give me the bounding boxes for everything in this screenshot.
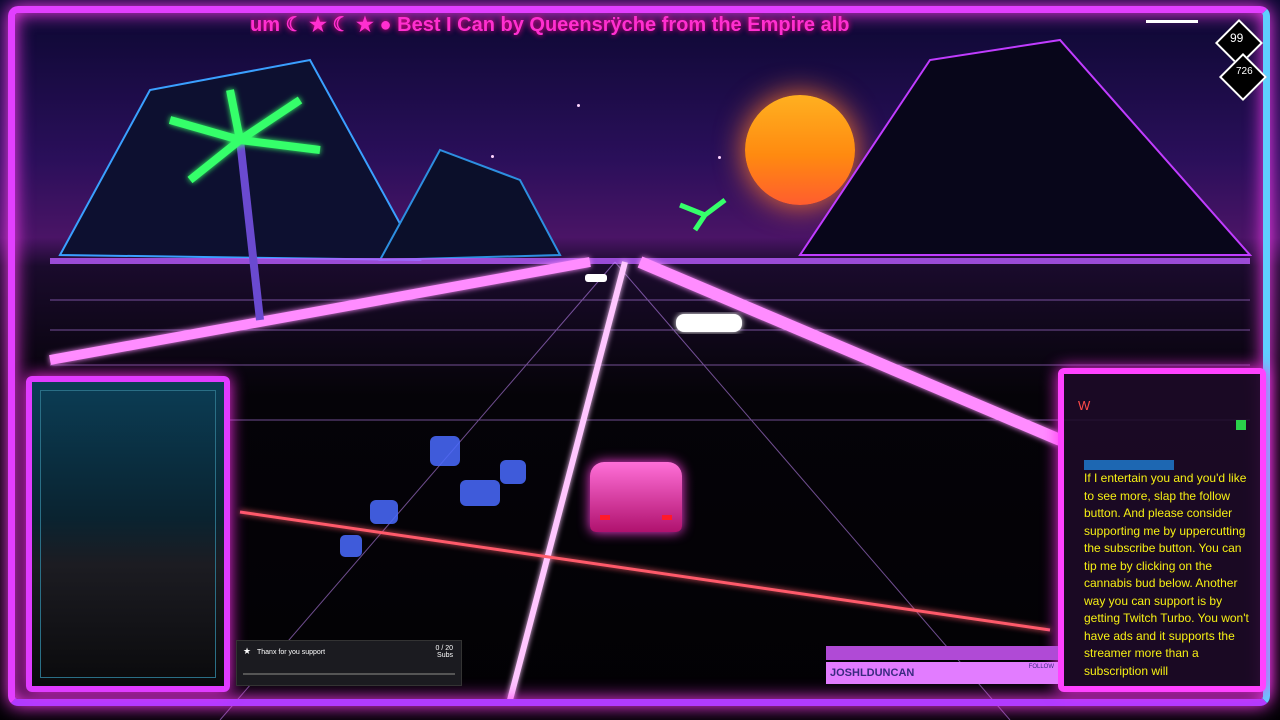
ticker-text: um ☾ ★ ☾ ★ ● Best I Can by Queensrÿche f… (250, 14, 850, 36)
star-icon: ★ (243, 647, 252, 657)
sub-goal-widget: ★ Thanx for you support 0 / 20 Subs (236, 640, 462, 686)
chat-username (1084, 460, 1174, 470)
webcam-feed (40, 390, 216, 678)
chat-message: If I entertain you and you'd like to see… (1084, 471, 1249, 678)
chat-header-letter: W (1078, 398, 1091, 413)
now-playing-ticker: um ☾ ★ ☾ ★ ● Best I Can by Queensrÿche f… (250, 12, 1110, 44)
hud-value-bottom: 726 (1236, 66, 1253, 77)
sub-goal-unit: Subs (437, 652, 453, 659)
hud-bar (1146, 20, 1198, 23)
hud-value-top: 99 (1230, 31, 1244, 45)
follow-button[interactable]: FOLLOW (1029, 664, 1054, 670)
sub-goal-count: 0 / 20 Subs (435, 645, 453, 659)
webcam-panel (26, 376, 230, 692)
sub-goal-progress-bar (243, 673, 455, 675)
chat-panel: W If I entertain you and you'd like to s… (1058, 368, 1266, 692)
latest-follower-widget: JOSHLDUNCAN FOLLOW (826, 646, 1058, 686)
sub-goal-count-value: 0 / 20 (435, 645, 453, 652)
sub-goal-label: Thanx for you support (257, 649, 326, 656)
follower-name: JOSHLDUNCAN (826, 662, 1058, 684)
chat-close-icon[interactable] (1236, 420, 1246, 430)
follower-previous (826, 646, 1058, 660)
